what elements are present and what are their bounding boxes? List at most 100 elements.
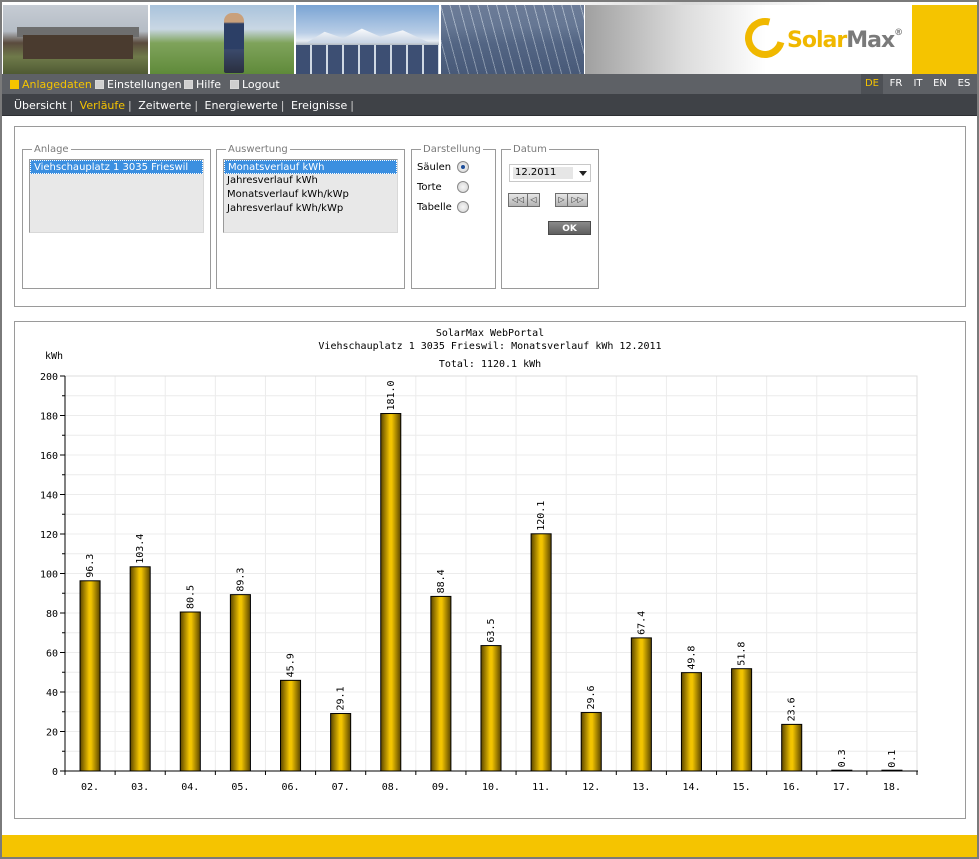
x-tick-label: 03. <box>131 782 149 793</box>
bar <box>430 595 452 772</box>
bar-value-label: 63.5 <box>486 618 497 642</box>
radio-saeulen[interactable]: Säulen <box>417 161 469 173</box>
y-tick-label: 180 <box>40 412 58 423</box>
nav-einstellungen[interactable]: Einstellungen <box>95 78 182 91</box>
bar <box>530 533 552 772</box>
anlage-fieldset: Anlage Viehschauplatz 1 3035 Frieswil <box>22 144 211 289</box>
radio-torte[interactable]: Torte <box>417 181 469 193</box>
bar <box>630 637 652 772</box>
bar-value-label: 80.5 <box>185 585 196 609</box>
radio-saeulen-button[interactable] <box>457 161 469 173</box>
auswertung-option[interactable]: Monatsverlauf kWh <box>224 160 397 174</box>
subnav-verlaeufe[interactable]: Verläufe <box>80 99 125 112</box>
y-tick-label: 200 <box>40 372 58 383</box>
x-tick-label: 08. <box>382 782 400 793</box>
header-photo-person <box>150 5 295 74</box>
solarmax-swoosh-icon <box>737 10 793 66</box>
auswertung-fieldset: Auswertung Monatsverlauf kWh Jahresverla… <box>216 144 405 289</box>
auswertung-legend: Auswertung <box>228 144 288 155</box>
nav-anlagedaten[interactable]: Anlagedaten <box>10 78 92 91</box>
chart-title: SolarMax WebPortal <box>436 328 544 339</box>
x-tick-label: 16. <box>783 782 801 793</box>
main-nav-bar: Anlagedaten Einstellungen Hilfe Logout D… <box>2 74 977 94</box>
bar-value-label: 88.4 <box>436 569 447 593</box>
x-tick-label: 15. <box>733 782 751 793</box>
anlage-option[interactable]: Viehschauplatz 1 3035 Frieswil <box>30 160 203 174</box>
bar-value-label: 0.3 <box>837 749 848 767</box>
bar-value-label: 51.8 <box>737 642 748 666</box>
lang-es[interactable]: ES <box>953 74 975 94</box>
selection-panel: Anlage Viehschauplatz 1 3035 Frieswil Au… <box>14 126 966 307</box>
prev-button[interactable]: ◁ <box>527 193 540 207</box>
anlage-listbox[interactable]: Viehschauplatz 1 3035 Frieswil <box>29 159 204 233</box>
auswertung-listbox[interactable]: Monatsverlauf kWh Jahresverlauf kWh Mona… <box>223 159 398 233</box>
bar-value-label: 45.9 <box>286 653 297 677</box>
bar <box>580 712 602 772</box>
chart-total: Total: 1120.1 kWh <box>439 359 541 370</box>
bar-value-label: 181.0 <box>386 380 397 410</box>
bar-value-label: 96.3 <box>85 554 96 578</box>
x-tick-label: 17. <box>833 782 851 793</box>
bar-value-label: 89.3 <box>235 568 246 592</box>
y-axis-label: kWh <box>45 351 63 362</box>
auswertung-option[interactable]: Jahresverlauf kWh/kWp <box>224 202 397 216</box>
lang-en[interactable]: EN <box>929 74 951 94</box>
bar-value-label: 29.6 <box>586 685 597 709</box>
bar <box>280 679 302 772</box>
x-tick-label: 11. <box>532 782 550 793</box>
bar <box>79 580 101 772</box>
y-tick-label: 0 <box>52 767 58 778</box>
lang-de[interactable]: DE <box>861 74 883 94</box>
square-icon <box>184 80 193 89</box>
radio-tabelle[interactable]: Tabelle <box>417 201 469 213</box>
x-tick-label: 10. <box>482 782 500 793</box>
bar-value-label: 29.1 <box>336 686 347 710</box>
footer-bar <box>2 835 977 857</box>
y-tick-label: 140 <box>40 491 58 502</box>
header-photo-barn <box>3 5 149 74</box>
auswertung-option[interactable]: Monatsverlauf kWh/kWp <box>224 188 397 202</box>
lang-it[interactable]: IT <box>907 74 929 94</box>
bar-value-label: 103.4 <box>135 534 146 564</box>
bar-value-label: 120.1 <box>536 501 547 531</box>
y-tick-label: 40 <box>46 688 58 699</box>
subnav-uebersicht[interactable]: Übersicht <box>14 99 66 112</box>
darstellung-legend: Darstellung <box>423 144 481 155</box>
radio-tabelle-button[interactable] <box>457 201 469 213</box>
anlage-legend: Anlage <box>34 144 69 155</box>
x-tick-label: 14. <box>682 782 700 793</box>
logo-text: SolarMax® <box>787 28 903 53</box>
nav-logout[interactable]: Logout <box>230 78 280 91</box>
x-tick-label: 18. <box>883 782 901 793</box>
header-photo-mountains <box>296 5 440 74</box>
radio-torte-button[interactable] <box>457 181 469 193</box>
ok-button[interactable]: OK <box>548 221 591 235</box>
bar <box>781 723 803 772</box>
first-button[interactable]: ◁◁ <box>508 193 528 207</box>
bar <box>330 713 352 772</box>
x-tick-label: 06. <box>281 782 299 793</box>
datum-select[interactable]: 12.2011 <box>509 164 591 182</box>
chart-subtitle: Viehschauplatz 1 3035 Frieswil: Monatsve… <box>318 341 661 352</box>
bar <box>129 566 151 772</box>
subnav-energiewerte[interactable]: Energiewerte <box>205 99 278 112</box>
lang-fr[interactable]: FR <box>885 74 907 94</box>
subnav-zeitwerte[interactable]: Zeitwerte <box>138 99 191 112</box>
square-icon <box>230 80 239 89</box>
y-tick-label: 80 <box>46 609 58 620</box>
bar <box>731 668 753 772</box>
nav-hilfe[interactable]: Hilfe <box>184 78 221 91</box>
header-photo-solar-panels <box>441 5 585 74</box>
x-tick-label: 12. <box>582 782 600 793</box>
datum-legend: Datum <box>513 144 547 155</box>
subnav-ereignisse[interactable]: Ereignisse <box>291 99 347 112</box>
bar <box>229 594 251 772</box>
monthly-energy-chart: SolarMax WebPortal Viehschauplatz 1 3035… <box>40 328 918 793</box>
last-button[interactable]: ▷▷ <box>567 193 588 207</box>
auswertung-option[interactable]: Jahresverlauf kWh <box>224 174 397 188</box>
square-icon <box>95 80 104 89</box>
chevron-down-icon <box>579 171 587 176</box>
y-tick-label: 120 <box>40 530 58 541</box>
x-tick-label: 07. <box>332 782 350 793</box>
x-tick-label: 04. <box>181 782 199 793</box>
